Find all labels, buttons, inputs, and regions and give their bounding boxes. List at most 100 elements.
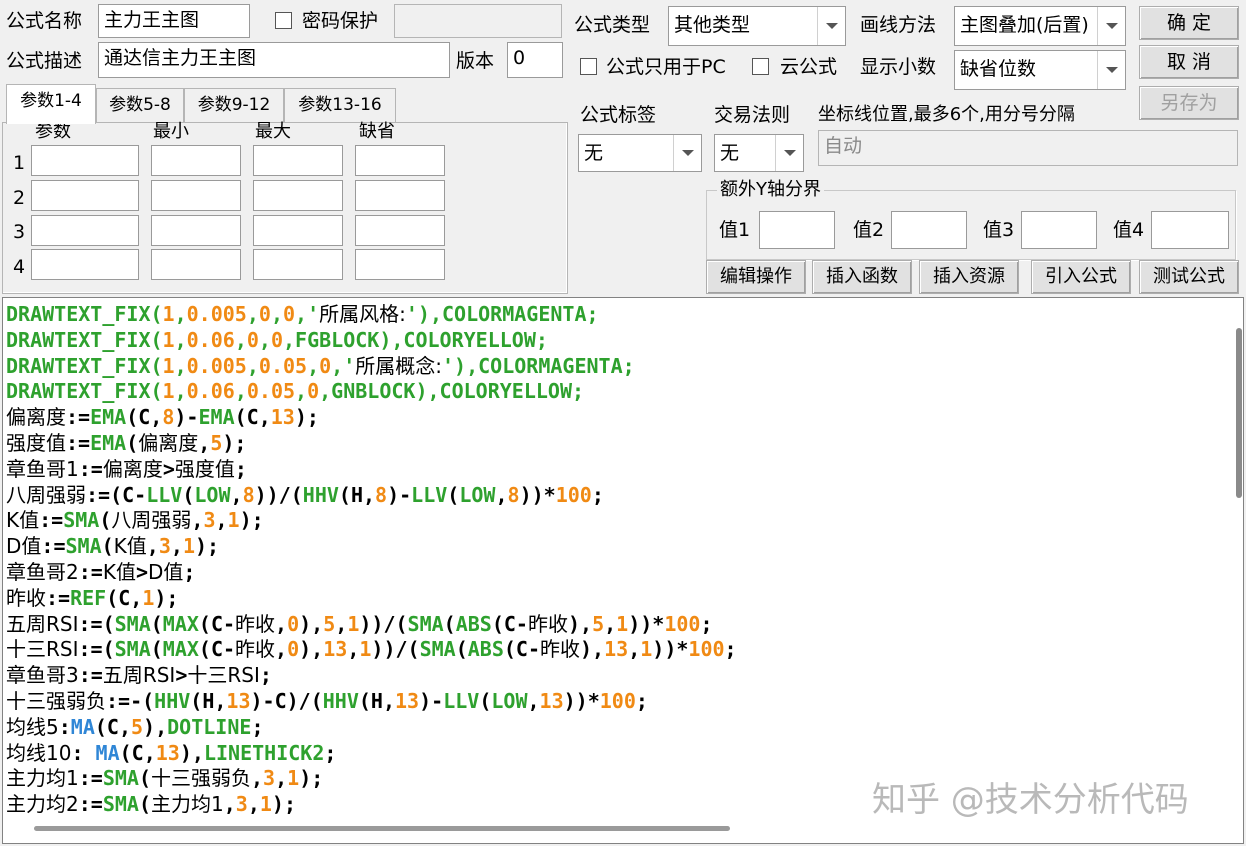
code-token: 1	[162, 302, 175, 326]
version-input[interactable]: 0	[507, 42, 563, 78]
formula-type-value: 其他类型	[674, 14, 751, 36]
param-4-default-input[interactable]	[355, 249, 445, 280]
save-as-button[interactable]: 另存为	[1139, 86, 1239, 120]
horizontal-scrollbar[interactable]	[34, 826, 730, 831]
code-token: ,	[495, 482, 508, 507]
code-token: ;	[259, 663, 272, 688]
chevron-down-icon[interactable]	[1097, 51, 1125, 89]
password-checkbox[interactable]	[275, 12, 292, 29]
code-editor[interactable]: DRAWTEXT_FIX(1,0.005,0,0,'所属风格:'),COLORM…	[2, 297, 1244, 844]
code-token: );	[222, 430, 247, 455]
formula-name-input[interactable]: 主力王主图	[98, 4, 250, 38]
yaxis-value1-input[interactable]	[759, 211, 835, 249]
tab-params-5-8[interactable]: 参数5-8	[96, 88, 184, 122]
param-1-min-input[interactable]	[151, 145, 241, 176]
chevron-down-icon[interactable]	[673, 135, 701, 171]
test-formula-button[interactable]: 测试公式	[1139, 260, 1239, 294]
code-token: :=	[78, 456, 103, 481]
code-token: 昨收	[235, 611, 276, 636]
yaxis-value3-input[interactable]	[1021, 211, 1097, 249]
code-token: ,'	[331, 353, 356, 378]
param-row-number: 3	[13, 221, 26, 243]
code-token: LLV	[146, 482, 183, 507]
code-token: ;	[183, 559, 196, 584]
tab-params-13-16[interactable]: 参数13-16	[284, 88, 396, 122]
code-token: ,	[270, 302, 283, 326]
draw-method-label: 画线方法	[860, 14, 937, 36]
code-token: 章鱼哥2	[6, 559, 79, 584]
formula-desc-input[interactable]: 通达信主力王主图	[98, 42, 450, 78]
code-token: ,	[170, 534, 183, 559]
param-2-max-input[interactable]	[253, 180, 343, 211]
param-4-max-input[interactable]	[253, 249, 343, 280]
param-3-default-input[interactable]	[355, 215, 445, 246]
code-token: SMA	[102, 766, 139, 791]
code-token: );	[194, 534, 220, 559]
param-row-number: 4	[13, 256, 26, 278]
chevron-down-icon[interactable]	[775, 135, 803, 171]
password-input[interactable]	[394, 4, 562, 38]
trade-rule-select[interactable]: 无	[714, 134, 804, 172]
code-token: (H,	[338, 482, 376, 507]
code-token: (	[101, 534, 114, 559]
chevron-down-icon[interactable]	[1097, 7, 1125, 45]
yaxis-value2-input[interactable]	[891, 211, 967, 249]
formula-type-select[interactable]: 其他类型	[668, 6, 846, 46]
code-token: EMA	[198, 405, 235, 430]
code-token: 0.05	[258, 353, 308, 378]
code-token: );	[154, 585, 179, 610]
cloud-checkbox[interactable]	[752, 58, 769, 75]
code-token: 偏离度	[6, 405, 66, 430]
tab-params-9-12[interactable]: 参数9-12	[184, 88, 284, 122]
param-3-min-input[interactable]	[151, 215, 241, 246]
param-4-min-input[interactable]	[151, 249, 241, 280]
tab-params-1-4[interactable]: 参数1-4	[6, 84, 96, 124]
import-formula-button[interactable]: 引入公式	[1031, 260, 1131, 294]
param-1-default-input[interactable]	[355, 145, 445, 176]
code-token: (	[138, 766, 151, 791]
code-token: :=	[78, 559, 103, 584]
code-content[interactable]: DRAWTEXT_FIX(1,0.005,0,0,'所属风格:'),COLORM…	[6, 302, 737, 818]
param-2-min-input[interactable]	[151, 180, 241, 211]
param-row-number: 2	[13, 187, 26, 209]
code-token: ,	[275, 611, 288, 636]
chevron-down-icon[interactable]	[817, 7, 845, 45]
code-token: (C,	[119, 740, 156, 765]
param-2-name-input[interactable]	[31, 180, 139, 211]
vertical-scrollbar[interactable]	[1236, 328, 1242, 498]
param-3-max-input[interactable]	[253, 215, 343, 246]
param-1-name-input[interactable]	[31, 145, 139, 176]
edit-operation-button[interactable]: 编辑操作	[706, 260, 806, 294]
code-token: 13	[604, 637, 629, 662]
code-token: ,	[174, 379, 187, 404]
ok-button[interactable]: 确 定	[1139, 6, 1239, 40]
code-token: 3	[263, 766, 276, 791]
code-token: 昨收	[6, 585, 46, 610]
code-token: 五周RSI	[6, 611, 79, 636]
decimal-select[interactable]: 缺省位数	[954, 50, 1126, 90]
code-token: ,	[335, 611, 348, 636]
code-token: (H,	[190, 688, 227, 713]
yaxis-value3-label: 值3	[983, 219, 1015, 241]
code-token: 3	[203, 508, 216, 533]
param-3-name-input[interactable]	[31, 215, 139, 246]
code-token: 5	[592, 611, 605, 636]
password-label: 密码保护	[302, 10, 379, 32]
trade-rule-value: 无	[720, 142, 740, 164]
cancel-button[interactable]: 取 消	[1139, 45, 1239, 79]
yaxis-value4-input[interactable]	[1151, 211, 1229, 249]
code-token: K值	[6, 508, 40, 533]
axis-position-input[interactable]: 自动	[818, 130, 1238, 166]
code-token: ,	[604, 611, 617, 636]
code-line: 均线5:MA(C,5),DOTLINE;	[6, 715, 737, 741]
param-2-default-input[interactable]	[355, 180, 445, 211]
insert-resource-button[interactable]: 插入资源	[919, 260, 1019, 294]
param-1-max-input[interactable]	[253, 145, 343, 176]
param-4-name-input[interactable]	[31, 249, 139, 280]
code-token: (C-	[198, 611, 236, 636]
insert-function-button[interactable]: 插入函数	[812, 260, 912, 294]
draw-method-select[interactable]: 主图叠加(后置)	[954, 6, 1126, 46]
pc-only-checkbox[interactable]	[580, 58, 597, 75]
code-token: 强度值	[6, 430, 66, 455]
formula-tag-select[interactable]: 无	[578, 134, 702, 172]
